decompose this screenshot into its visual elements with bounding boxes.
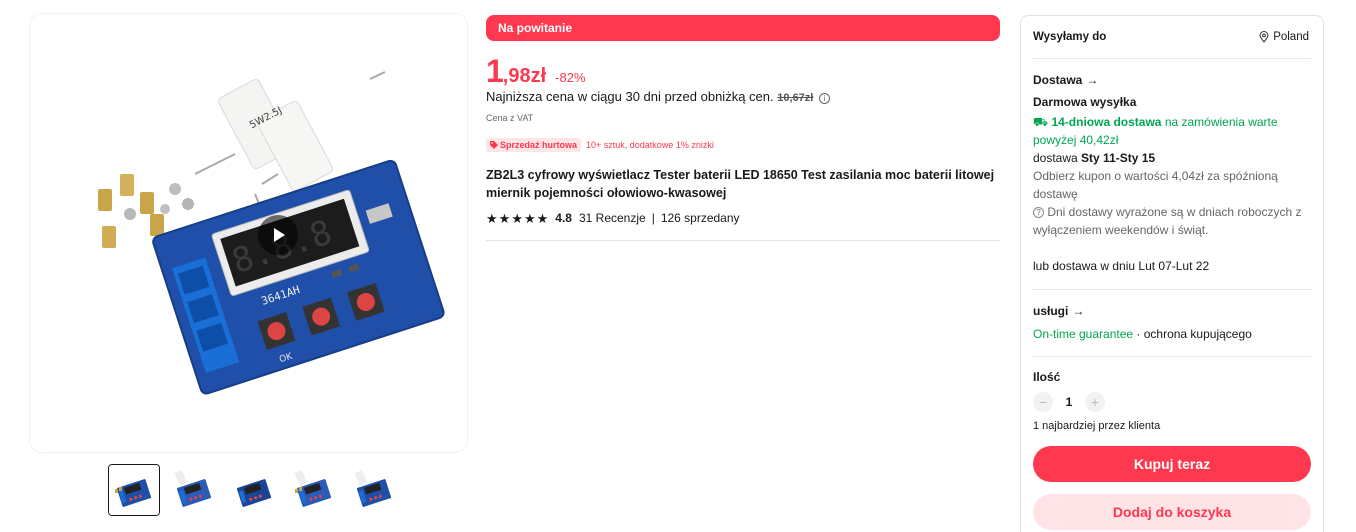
divider	[486, 240, 1000, 241]
reviews-link[interactable]: 31 Recenzje	[579, 211, 646, 225]
discount-badge: -82%	[555, 70, 586, 85]
business-days-note: ? Dni dostawy wyrażone są w dniach roboc…	[1033, 203, 1309, 239]
bulk-sale-text: 10+ sztuk, dodatkowe 1% zniżki	[586, 140, 714, 150]
services-heading[interactable]: usługi →	[1033, 304, 1084, 318]
delivery-offer: ⛟ 14-dniowa dostawa na zamówienia warte …	[1033, 113, 1305, 149]
lowest-price-text: Najniższa cena w ciągu 30 dni przed obni…	[486, 89, 774, 104]
bulk-badge-label: Sprzedaż hurtowa	[500, 140, 578, 150]
delivery-heading-label: Dostawa	[1033, 73, 1083, 87]
delivery-dates-line: dostawa Sty 11-Sty 15	[1033, 149, 1305, 167]
alt-delivery: lub dostawa w dniu Lut 07-Lut 22	[1033, 259, 1210, 273]
star-icon: ★	[536, 210, 549, 226]
play-icon	[274, 228, 285, 242]
bulk-sale: Sprzedaż hurtowa 10+ sztuk, dodatkowe 1%…	[486, 138, 714, 152]
delivery-prefix: dostawa	[1033, 151, 1078, 165]
product-main-image[interactable]: 5W2.5J 8.8	[30, 14, 467, 452]
services-line: On-time guarantee · ochrona kupującego	[1033, 325, 1305, 343]
star-icon: ★	[498, 210, 511, 226]
rating-summary: ★ ★ ★ ★ ★ 4.8 31 Recenzje | 126 sprzedan…	[486, 211, 740, 225]
divider	[1033, 289, 1311, 290]
add-to-cart-button[interactable]: Dodaj do koszyka	[1033, 494, 1311, 530]
divider	[1033, 58, 1311, 59]
country-name: Poland	[1273, 31, 1309, 43]
services-heading-label: usługi	[1033, 304, 1069, 318]
quantity-stepper: − 1 +	[1033, 392, 1105, 412]
max-per-customer: 1 najbardziej przez klienta	[1033, 420, 1161, 432]
star-icon: ★	[511, 210, 523, 226]
product-title: ZB2L3 cyfrowy wyświetlacz Tester baterii…	[486, 168, 995, 200]
price-integer: 1	[486, 53, 504, 89]
delivery-threshold: powyżej 40,42zł	[1033, 133, 1119, 147]
divider	[1033, 356, 1311, 357]
old-price: 10,67zł	[777, 92, 814, 104]
delivery-condition: na zamówienia warte	[1164, 115, 1278, 129]
quantity-value[interactable]: 1	[1053, 395, 1085, 409]
free-shipping: Darmowa wysyłka	[1033, 95, 1137, 109]
truck-icon: ⛟	[1033, 115, 1049, 129]
arrow-right-icon: →	[1072, 304, 1085, 318]
star-icon: ★	[523, 210, 536, 226]
thumbnail-4[interactable]	[288, 464, 340, 516]
thumbnail-2[interactable]	[168, 464, 220, 516]
lowest-price-note: Najniższa cena w ciągu 30 dni przed obni…	[486, 89, 830, 104]
location-pin-icon	[1259, 31, 1269, 43]
divider: |	[651, 211, 655, 225]
rating-score: 4.8	[555, 211, 572, 225]
business-days-text: Dni dostawy wyrażone są w dniach roboczy…	[1033, 205, 1302, 237]
purchase-panel: Wysyłamy do Poland Dostawa → Darmowa wys…	[1020, 15, 1324, 532]
decrease-quantity-button[interactable]: −	[1033, 392, 1053, 412]
play-video-button[interactable]	[258, 215, 298, 255]
price-fraction: ,98zł	[502, 65, 547, 87]
delivery-heading[interactable]: Dostawa →	[1033, 73, 1098, 87]
arrow-right-icon: →	[1086, 73, 1099, 87]
sold-count: 126 sprzedany	[660, 211, 740, 225]
country-selector[interactable]: Poland	[1259, 31, 1309, 43]
increase-quantity-button[interactable]: +	[1085, 392, 1105, 412]
vat-note: Cena z VAT	[486, 113, 534, 123]
bulk-sale-badge: Sprzedaż hurtowa	[486, 138, 582, 152]
info-icon[interactable]: i	[818, 93, 830, 104]
welcome-banner: Na powitanie	[486, 15, 1000, 41]
price: 1 ,98zł -82%	[486, 53, 586, 90]
thumbnail-3[interactable]	[228, 464, 280, 516]
buyer-protection: · ochrona kupującego	[1136, 327, 1252, 341]
star-rating: ★ ★ ★ ★ ★	[486, 212, 548, 225]
thumbnail-1[interactable]	[108, 464, 160, 516]
on-time-guarantee[interactable]: On-time guarantee	[1033, 327, 1133, 341]
tag-icon	[490, 141, 498, 149]
thumbnail-strip	[108, 464, 400, 516]
buy-now-button[interactable]: Kupuj teraz	[1033, 446, 1311, 482]
quantity-heading: Ilość	[1033, 370, 1061, 384]
delivery-dates: Sty 11-Sty 15	[1081, 151, 1156, 165]
thumbnail-5[interactable]	[348, 464, 400, 516]
delivery-days: 14-dniowa dostawa	[1051, 115, 1162, 129]
ship-to-label: Wysyłamy do	[1033, 31, 1107, 43]
coupon-note: Odbierz kupon o wartości 4,04zł za spóźn…	[1033, 169, 1278, 201]
star-icon: ★	[486, 210, 498, 226]
help-icon: ?	[1033, 207, 1044, 218]
